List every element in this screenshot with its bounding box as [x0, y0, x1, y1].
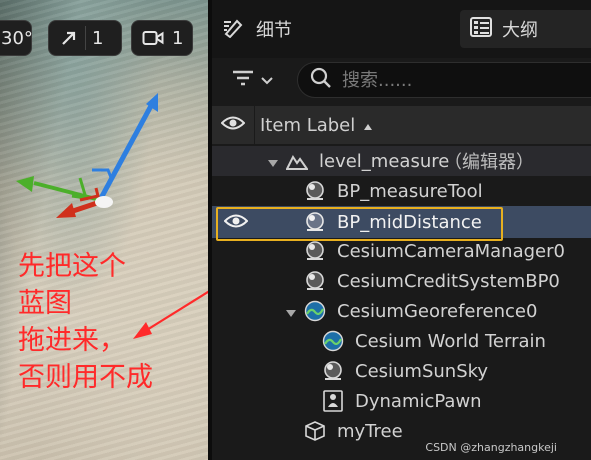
annotation-note: 先把这个 蓝图 拖进来， 否则用不成 — [18, 248, 218, 396]
item-label-column-header[interactable]: Item Label — [260, 106, 373, 144]
tree-row-label: CesiumCreditSystemBP0 — [337, 270, 560, 292]
sphere-actor-icon — [304, 180, 326, 202]
sphere-actor-icon — [322, 360, 344, 382]
item-label-header-text: Item Label — [260, 114, 356, 136]
pencil-grid-icon — [222, 16, 246, 43]
level-name: level_measure — [319, 150, 450, 172]
watermark: CSDN @zhangzhangkeji — [425, 441, 557, 454]
tree-row[interactable]: DynamicPawn — [212, 386, 591, 416]
outliner-panel: 细节 大纲 搜索...... Item Label level_measure … — [212, 0, 591, 460]
annotation-line: 先把这个 — [18, 251, 126, 282]
outliner-list-icon — [470, 16, 492, 42]
sphere-actor-icon — [304, 270, 326, 292]
expand-triangle-icon[interactable] — [266, 154, 280, 168]
search-input[interactable] — [340, 68, 544, 92]
tree-row[interactable]: CesiumCreditSystemBP0 — [212, 266, 591, 296]
tree-row-label: BP_midDistance — [337, 211, 482, 233]
tree-row-label: BP_measureTool — [337, 180, 483, 202]
tab-outliner[interactable]: 大纲 — [460, 10, 591, 48]
tree-row-georeference[interactable]: CesiumGeoreference0 — [212, 296, 591, 326]
tree-row-level[interactable]: level_measure （编辑器） — [212, 146, 591, 176]
annotation-line: 否则用不成 — [18, 362, 153, 393]
annotation-line: 拖进来， — [18, 325, 126, 356]
gizmo-center-handle[interactable] — [95, 196, 113, 208]
visibility-column-header[interactable] — [212, 106, 255, 144]
pawn-icon — [322, 390, 344, 412]
level-editor-suffix: （编辑器） — [444, 152, 534, 173]
panel-tab-bar: 细节 大纲 — [212, 0, 591, 58]
tree-row-label: CesiumSunSky — [355, 360, 489, 382]
filter-dropdown-button[interactable] — [232, 66, 274, 94]
level-mountain-icon — [285, 150, 309, 172]
tree-row-label: myTree — [337, 420, 403, 442]
sphere-actor-icon — [304, 240, 326, 262]
eye-icon — [220, 115, 246, 135]
tab-details-label: 细节 — [256, 20, 292, 41]
chevron-down-icon — [260, 71, 274, 90]
filter-icon — [232, 69, 254, 91]
cesium-terrain-icon — [322, 330, 344, 352]
outliner-header: Item Label — [212, 106, 591, 144]
search-icon — [310, 67, 332, 93]
visibility-eye-icon[interactable] — [223, 211, 249, 236]
tree-row[interactable]: BP_measureTool — [212, 176, 591, 206]
cesium-georeference-icon — [304, 300, 326, 322]
gizmo-y-arrowhead[interactable] — [16, 176, 34, 192]
tree-row-label: DynamicPawn — [355, 390, 482, 412]
tree-row[interactable]: CesiumSunSky — [212, 356, 591, 386]
sphere-actor-icon — [304, 211, 326, 233]
gizmo-x-arrowhead[interactable] — [56, 203, 76, 218]
tab-details[interactable]: 细节 — [222, 10, 292, 48]
tree-row-label: Cesium World Terrain — [355, 330, 546, 352]
tree-row[interactable]: Cesium World Terrain — [212, 326, 591, 356]
tab-outliner-label: 大纲 — [502, 20, 538, 41]
expand-triangle-icon[interactable] — [284, 304, 298, 318]
tree-row-label: CesiumGeoreference0 — [337, 300, 538, 322]
gizmo-z-axis[interactable] — [97, 102, 155, 202]
mesh-cube-icon — [304, 420, 326, 442]
tree-row-selected[interactable]: BP_midDistance — [212, 206, 591, 238]
tree-row[interactable]: CesiumCameraManager0 — [212, 236, 591, 266]
sort-ascending-icon — [363, 115, 373, 136]
tree-row-label: CesiumCameraManager0 — [337, 240, 565, 262]
search-row — [212, 58, 591, 102]
search-box[interactable] — [297, 62, 591, 98]
annotation-line: 蓝图 — [18, 288, 72, 319]
